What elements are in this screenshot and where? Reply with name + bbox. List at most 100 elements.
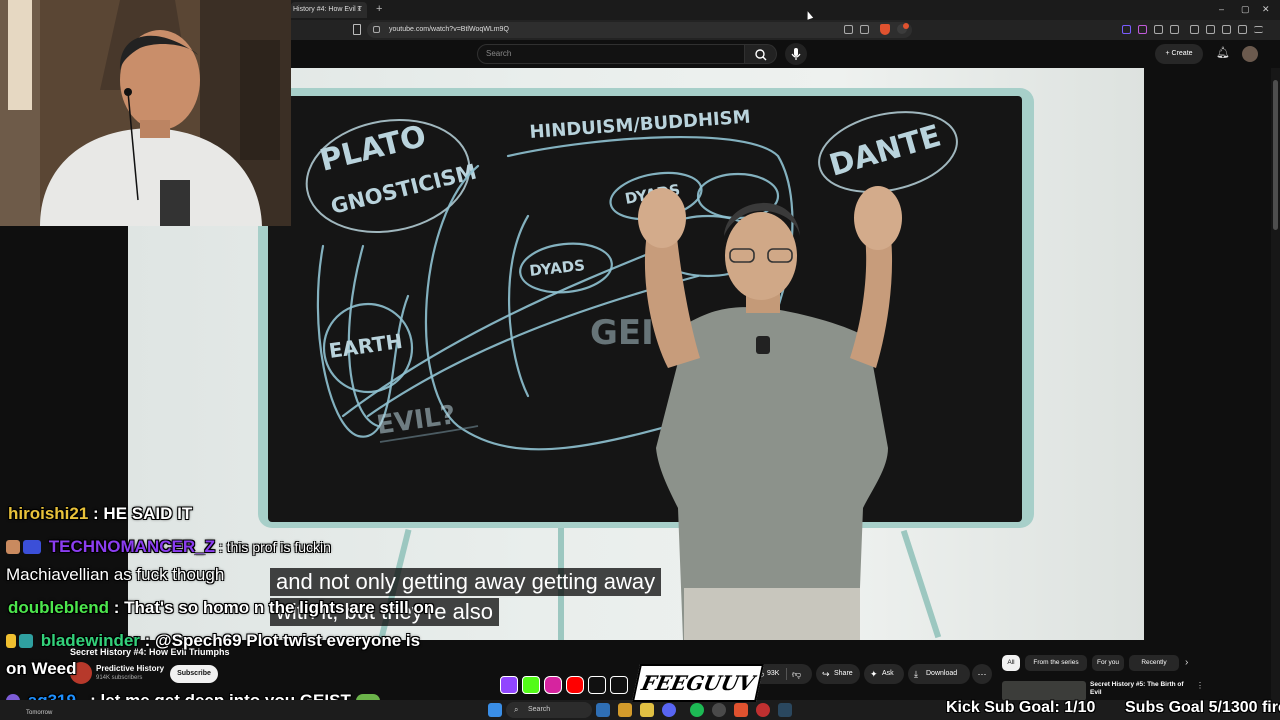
account-avatar[interactable] [1242, 46, 1258, 62]
thumbs-down-icon[interactable]: 👎︎ [792, 664, 801, 684]
wallet-icon[interactable] [1222, 25, 1231, 34]
new-tab-icon[interactable]: + [376, 2, 382, 16]
streamer-logo: FEEGUUV [631, 664, 765, 702]
kick-icon [522, 676, 540, 694]
voice-search-button[interactable] [785, 43, 807, 65]
brave-shield-icon[interactable] [880, 24, 890, 35]
extension-icon[interactable] [1170, 25, 1179, 34]
site-info-icon[interactable] [373, 26, 380, 33]
chat-message: TECHNOMANCER_Z : this prof is fuckin [6, 537, 331, 557]
close-window-icon[interactable]: ✕ [1262, 3, 1270, 15]
page-scrollbar[interactable] [1271, 68, 1280, 700]
chat-username: doubleblend [8, 598, 110, 617]
subscriber-count: 914K subscribers [96, 675, 143, 681]
youtube-icon [566, 676, 584, 694]
chat-text: on Weed [6, 659, 77, 678]
extension-icon[interactable] [1122, 25, 1131, 34]
browser-address-bar: youtube.com/watch?v=BtlWoqWLm9Q [291, 20, 1280, 40]
discord-icon[interactable] [662, 703, 676, 717]
sidebar-icon[interactable] [1206, 25, 1215, 34]
url-field[interactable]: youtube.com/watch?v=BtlWoqWLm9Q [367, 22, 912, 38]
steam-icon[interactable] [778, 703, 792, 717]
search-button[interactable] [745, 44, 777, 64]
more-vert-icon[interactable]: ⋮ [1196, 681, 1204, 690]
presenter-face [725, 212, 797, 300]
menu-icon[interactable] [1254, 26, 1263, 33]
chip-from-series[interactable]: From the series [1025, 655, 1087, 671]
instagram-icon [544, 676, 562, 694]
channel-name[interactable]: Predictive History [96, 664, 164, 673]
taskbar-app-icon[interactable] [712, 703, 726, 717]
chat-message: on Weed [6, 659, 77, 679]
search-placeholder: Search [486, 49, 512, 58]
windows-start-icon[interactable] [488, 703, 502, 717]
tab-close-icon[interactable]: × [357, 2, 362, 18]
like-count[interactable]: 93K [767, 664, 779, 684]
taskbar-app-icon[interactable] [596, 703, 610, 717]
brave-browser-icon[interactable] [734, 703, 748, 717]
chat-text: @Spech69 Plot twist everyone is [155, 631, 421, 650]
minimize-icon[interactable]: – [1219, 3, 1224, 15]
file-explorer-icon[interactable] [618, 703, 632, 717]
url-text: youtube.com/watch?v=BtlWoqWLm9Q [389, 26, 509, 33]
chat-text: Machiavellian as fuck though [6, 565, 225, 584]
create-button[interactable]: + Create [1155, 44, 1203, 64]
chevron-right-icon[interactable]: › [1185, 655, 1188, 671]
obs-icon[interactable] [756, 703, 770, 717]
chip-for-you[interactable]: For you [1092, 655, 1124, 671]
ask-label: Ask [882, 670, 894, 677]
social-links-overlay: FEEGUUV [500, 664, 765, 702]
chat-text: That's so homo n the lights are still on [124, 598, 435, 617]
badge-icon [6, 540, 20, 554]
browser-tab[interactable]: History #4: How Evil T × [291, 2, 367, 18]
download-icon: ⤓ [914, 669, 918, 679]
badge-icon [19, 634, 33, 648]
subscribe-button[interactable]: Subscribe [170, 665, 218, 683]
chip-all[interactable]: All [1002, 655, 1020, 671]
search-icon: ⌕ [514, 705, 519, 714]
chat-message: doubleblend : That's so homo n the light… [8, 598, 435, 617]
badge-icon [23, 540, 41, 554]
presenter-left-arm [644, 228, 700, 368]
maximize-icon[interactable]: ▢ [1241, 3, 1250, 15]
notifications-bell-icon[interactable]: 🔔︎ [1216, 47, 1230, 59]
chat-username: bladewinder [40, 631, 140, 650]
download-button[interactable]: ⤓ Download [908, 664, 970, 684]
taskbar-search[interactable]: ⌕ Search [506, 702, 592, 718]
x-icon [610, 676, 628, 694]
chat-message: Machiavellian as fuck though [6, 565, 224, 585]
microphone [160, 180, 190, 226]
taskbar-app-icon[interactable] [640, 703, 654, 717]
reader-mode-icon[interactable] [844, 25, 853, 34]
chat-text: this prof is fuckin [226, 539, 331, 555]
sparkle-icon: ✦ [870, 669, 878, 679]
taskbar-search-label: Search [528, 706, 551, 713]
share-page-icon[interactable] [860, 25, 869, 34]
ask-button[interactable]: ✦ Ask [864, 664, 904, 684]
chat-username: hiroishi21 [8, 504, 89, 523]
presenter-left-hand [638, 188, 686, 248]
browser-tab-bar: History #4: How Evil T × + – ▢ ✕ [291, 0, 1280, 20]
caption-line: and not only getting away getting away [270, 568, 662, 596]
badge-icon [6, 634, 16, 648]
extension-icon[interactable] [1138, 25, 1147, 34]
extension-icon[interactable] [1154, 25, 1163, 34]
more-actions-button[interactable]: ⋯ [972, 664, 992, 684]
divider [786, 668, 787, 680]
chip-recently-uploaded[interactable]: Recently uploaded [1129, 655, 1179, 671]
search-input[interactable]: Search [477, 44, 745, 64]
share-icon: ↪ [822, 669, 830, 679]
share-button[interactable]: ↪ Share [816, 664, 860, 684]
vpn-icon[interactable] [1238, 25, 1247, 34]
kick-sub-goal: Kick Sub Goal: 1/10 [946, 699, 1096, 716]
spotify-icon[interactable] [690, 703, 704, 717]
chat-text: HE SAID IT [103, 504, 193, 523]
create-label: Create [1171, 50, 1193, 57]
bookmark-icon[interactable] [353, 24, 361, 35]
streamer-camera [0, 0, 291, 226]
scroll-thumb[interactable] [1273, 80, 1278, 230]
media-icon[interactable] [1190, 25, 1199, 34]
recommendation-title[interactable]: Secret History #5: The Birth of Evil [1090, 681, 1190, 697]
webcam-overlay [0, 0, 291, 226]
microphone-icon [791, 48, 801, 60]
